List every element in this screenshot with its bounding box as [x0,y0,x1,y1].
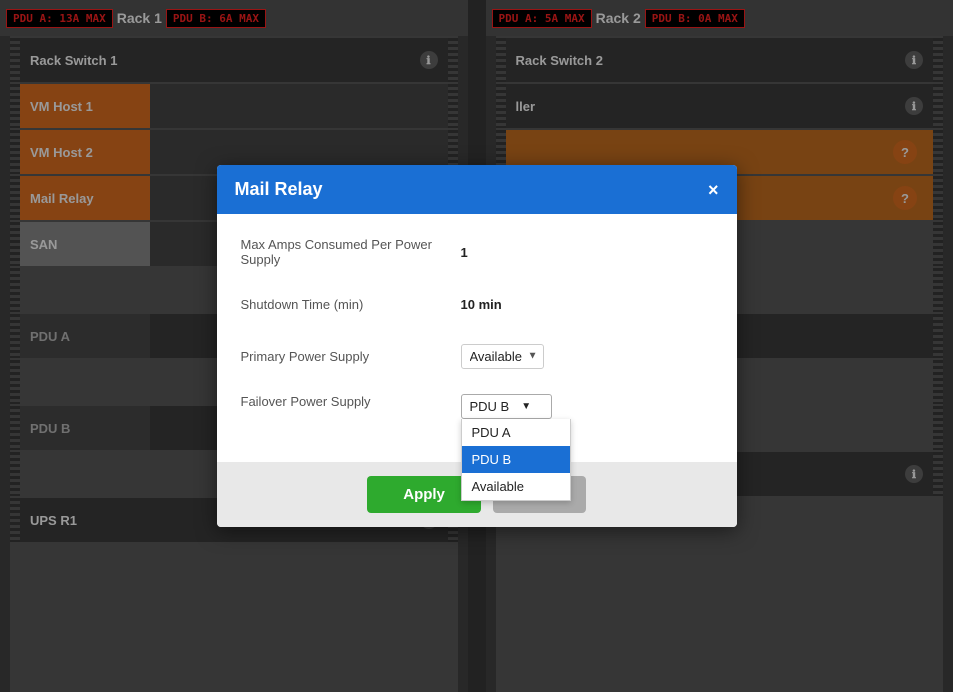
shutdown-time-value: 10 min [461,297,502,312]
failover-option-pdub[interactable]: PDU B [462,446,570,473]
failover-option-available[interactable]: Available [462,473,570,500]
failover-power-row: Failover Power Supply PDU B ▼ PDU A PDU … [241,390,713,426]
failover-dropdown-arrow: ▼ [521,401,531,412]
max-amps-label: Max Amps Consumed Per Power Supply [241,237,461,267]
max-amps-value: 1 [461,245,468,260]
failover-dropdown-display[interactable]: PDU B ▼ [461,394,553,419]
primary-power-select[interactable]: Available [461,344,544,369]
failover-selected-value: PDU B [470,399,510,414]
primary-power-row: Primary Power Supply Available ▼ [241,338,713,374]
modal-overlay: Mail Relay × Max Amps Consumed Per Power… [0,0,953,692]
main-area: PDU A: 13A MAX Rack 1 PDU B: 6A MAX Rack… [0,0,953,692]
modal-header: Mail Relay × [217,165,737,214]
failover-option-pdua[interactable]: PDU A [462,419,570,446]
modal-body: Max Amps Consumed Per Power Supply 1 Shu… [217,214,737,462]
primary-power-label: Primary Power Supply [241,349,461,364]
failover-dropdown-list: PDU A PDU B Available [461,419,571,501]
mail-relay-modal: Mail Relay × Max Amps Consumed Per Power… [217,165,737,527]
modal-title: Mail Relay [235,179,323,200]
shutdown-time-label: Shutdown Time (min) [241,297,461,312]
failover-power-label: Failover Power Supply [241,394,461,409]
modal-close-button[interactable]: × [708,181,719,199]
max-amps-row: Max Amps Consumed Per Power Supply 1 [241,234,713,270]
failover-dropdown-container: PDU B ▼ PDU A PDU B Available [461,394,553,419]
shutdown-time-row: Shutdown Time (min) 10 min [241,286,713,322]
primary-power-select-wrapper: Available ▼ [461,344,544,369]
